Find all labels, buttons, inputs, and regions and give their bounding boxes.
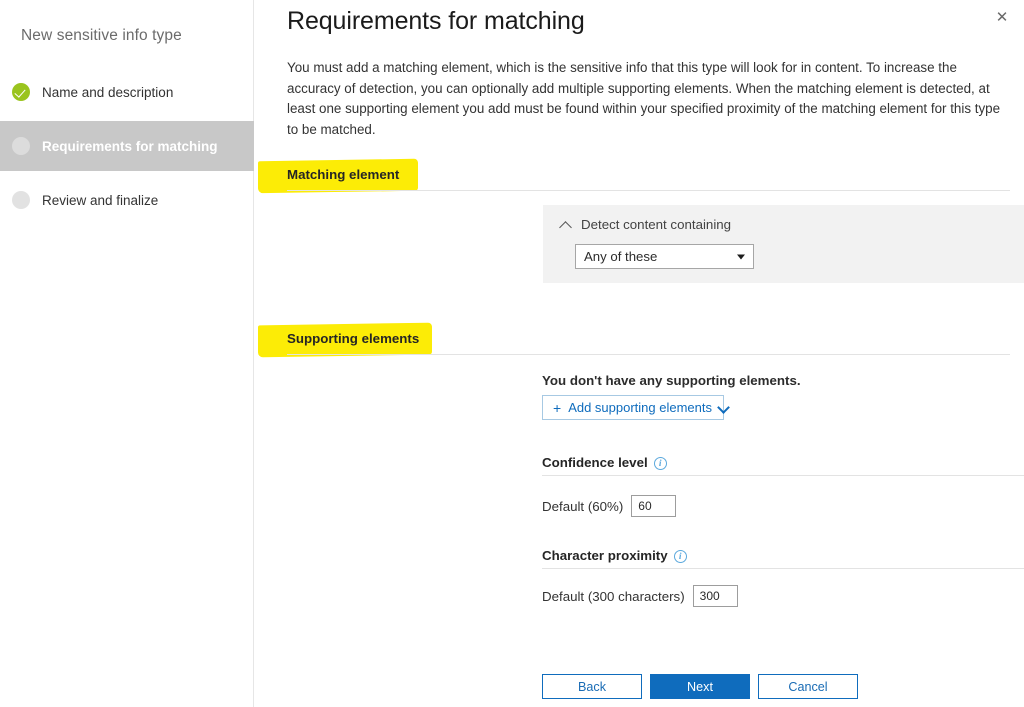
character-proximity-label: Default (300 characters) <box>542 588 685 604</box>
character-proximity-header: Character proximity i <box>542 548 1024 574</box>
confidence-level-row: Default (60%) 60 <box>542 495 677 517</box>
add-supporting-elements-label: Add supporting elements <box>568 400 712 415</box>
step-bullet-icon <box>12 191 30 209</box>
step-complete-check-icon <box>12 83 30 101</box>
chevron-down-icon <box>737 254 745 259</box>
matching-element-card: Detect content containing ✕ Any of these <box>543 205 1024 283</box>
section-divider <box>542 475 1024 476</box>
character-proximity-input[interactable]: 300 <box>692 585 738 607</box>
chevron-down-icon <box>718 402 723 413</box>
page-description: You must add a matching element, which i… <box>287 60 1001 137</box>
sidebar-item-review-and-finalize[interactable]: Review and finalize <box>0 175 254 225</box>
add-supporting-elements-button[interactable]: + Add supporting elements <box>542 395 724 420</box>
confidence-level-input[interactable]: 60 <box>631 495 677 517</box>
wizard-title: New sensitive info type <box>21 27 182 44</box>
sidebar-item-requirements-for-matching[interactable]: Requirements for matching <box>0 121 254 171</box>
section-divider <box>287 354 1010 355</box>
character-proximity-title: Character proximity <box>542 548 668 563</box>
section-divider <box>542 568 1024 569</box>
section-divider <box>287 190 1010 191</box>
wizard-footer: Back Next Cancel <box>542 674 858 699</box>
character-proximity-row: Default (300 characters) 300 <box>542 585 738 607</box>
sidebar-item-label: Review and finalize <box>42 192 159 208</box>
section-title: Matching element <box>287 167 400 182</box>
section-title: Supporting elements <box>287 331 420 346</box>
empty-state-message: You don't have any supporting elements. <box>542 373 801 388</box>
page-title: Requirements for matching <box>287 7 585 35</box>
confidence-level-header: Confidence level i <box>542 455 1024 481</box>
close-icon[interactable]: ✕ <box>988 3 1016 31</box>
info-icon[interactable]: i <box>653 457 667 470</box>
sidebar-item-name-and-description[interactable]: Name and description <box>0 67 254 117</box>
matching-element-section-header: Matching element <box>258 158 1010 194</box>
confidence-level-title: Confidence level <box>542 455 648 470</box>
info-icon[interactable]: i <box>673 550 687 563</box>
wizard-sidebar: New sensitive info type Name and descrip… <box>0 0 254 707</box>
supporting-elements-section-header: Supporting elements <box>258 322 1010 358</box>
detect-content-label: Detect content containing <box>581 217 732 232</box>
field-title: Character proximity i <box>542 548 687 563</box>
chevron-up-icon[interactable] <box>560 219 572 231</box>
select-value: Any of these <box>584 249 658 264</box>
detect-content-header[interactable]: Detect content containing <box>560 217 731 232</box>
step-bullet-icon <box>12 137 30 155</box>
back-button[interactable]: Back <box>542 674 642 699</box>
plus-icon: + <box>553 399 562 416</box>
confidence-level-label: Default (60%) <box>542 498 624 514</box>
field-title: Confidence level i <box>542 455 667 470</box>
detect-content-select[interactable]: Any of these <box>575 244 754 269</box>
next-button[interactable]: Next <box>650 674 750 699</box>
main-content-pane: ✕ Requirements for matching You must add… <box>255 0 1024 707</box>
sidebar-item-label: Name and description <box>42 84 174 100</box>
sidebar-item-label: Requirements for matching <box>42 138 218 154</box>
cancel-button[interactable]: Cancel <box>758 674 858 699</box>
